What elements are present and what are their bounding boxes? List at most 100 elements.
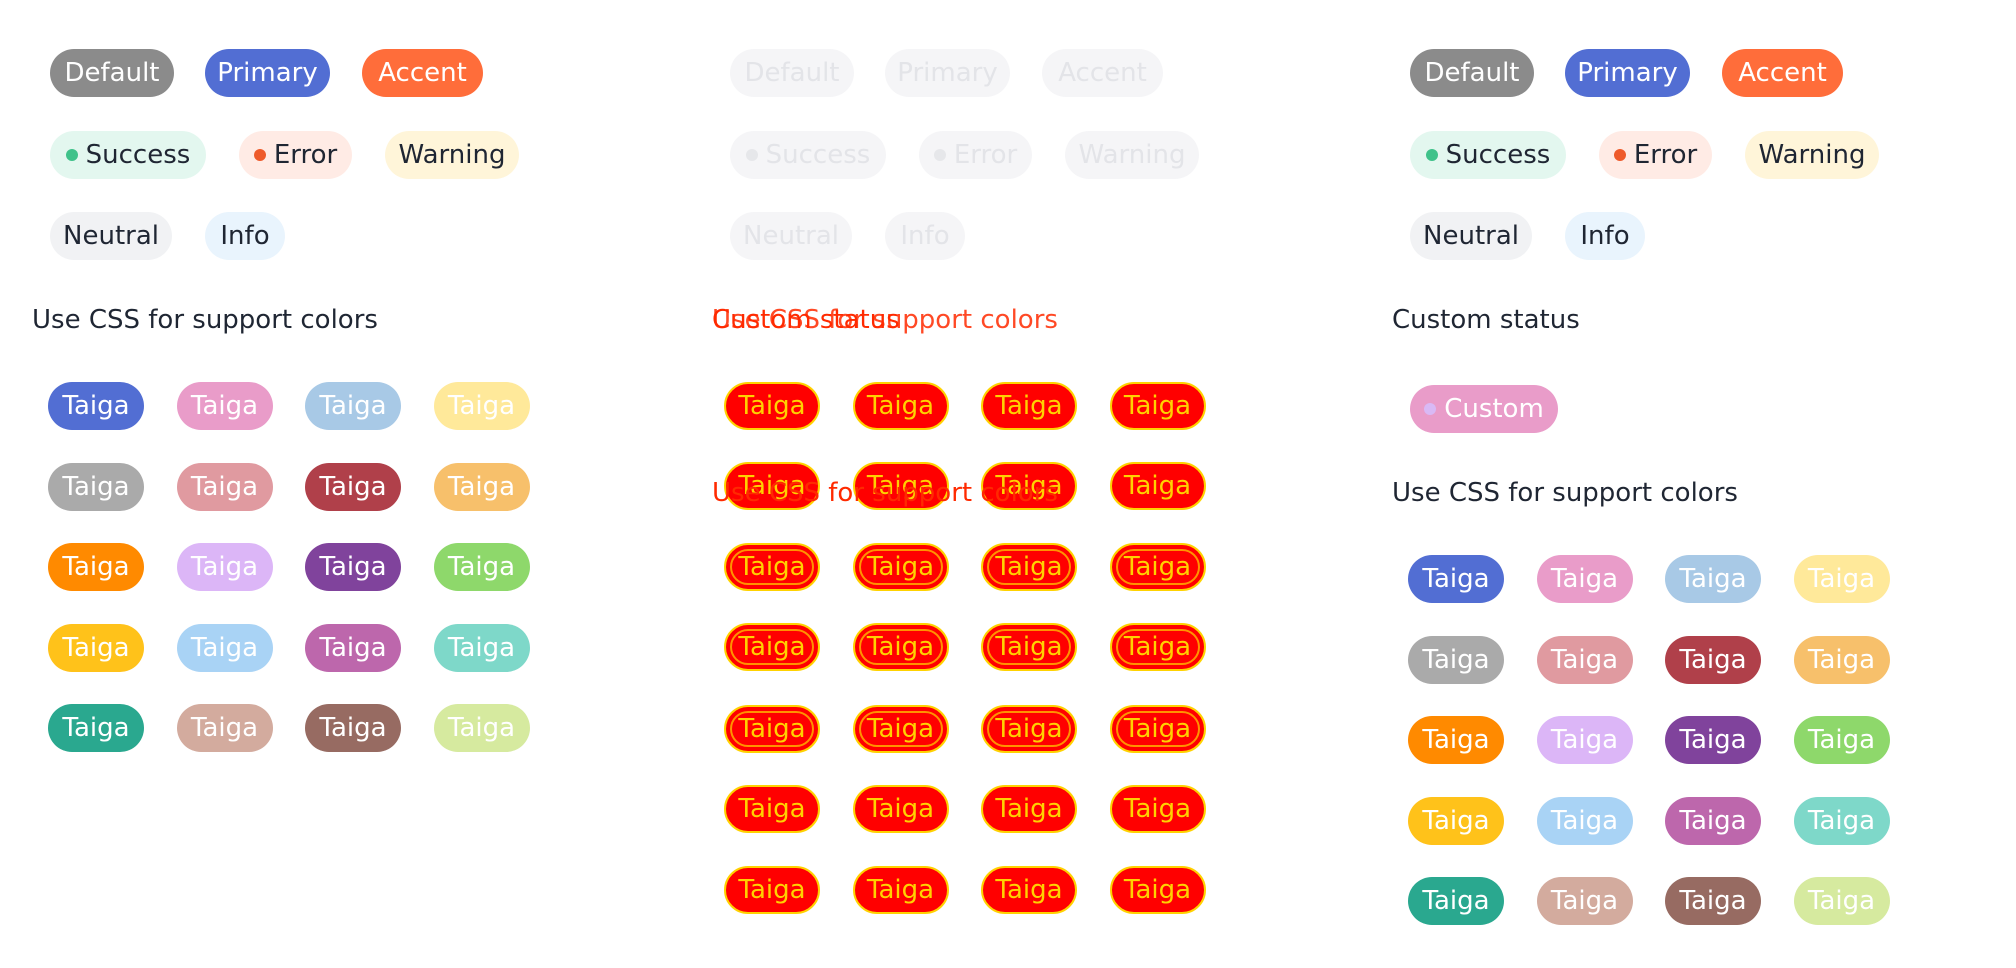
ghost-chip-accent: Accent bbox=[1042, 49, 1163, 97]
support-color-chip-label: Taiga bbox=[62, 713, 130, 743]
status-chip-error-label: Error bbox=[273, 140, 338, 170]
overlay-chip-label: Taiga bbox=[1123, 471, 1192, 501]
panel-custom: Default Primary Accent Success Error War… bbox=[1344, 0, 2016, 968]
support-color-chip-label: Taiga bbox=[190, 713, 259, 743]
support-color-chip: Taiga bbox=[1536, 716, 1633, 764]
status-chip-primary: Primary bbox=[1565, 49, 1690, 97]
support-color-chip-label: Taiga bbox=[1550, 564, 1619, 594]
ghost-chip-warning-label: Warning bbox=[1078, 140, 1186, 170]
support-color-chip: Taiga bbox=[305, 704, 401, 752]
overlay-chip: Taiga bbox=[981, 382, 1077, 430]
overlay-chip: Taiga bbox=[981, 623, 1077, 671]
support-color-chip-label: Taiga bbox=[1422, 644, 1490, 675]
support-color-chip-label: Taiga bbox=[1807, 564, 1876, 594]
status-chip-default-label: Default bbox=[1424, 58, 1520, 88]
support-color-chip-label: Taiga bbox=[1550, 644, 1619, 675]
custom-status-chip: Custom bbox=[1410, 385, 1558, 433]
overlay-chip: Taiga bbox=[1109, 785, 1206, 833]
ghost-chip-success-label: Success bbox=[765, 140, 871, 170]
ghost-chip-neutral: Neutral bbox=[730, 212, 852, 260]
status-chip-neutral: Neutral bbox=[1410, 212, 1532, 260]
support-color-chip-label: Taiga bbox=[1807, 644, 1876, 675]
overlay-chip: Taiga bbox=[852, 785, 949, 833]
status-chip-info: Info bbox=[205, 212, 285, 260]
support-color-chip-label: Taiga bbox=[1422, 725, 1490, 755]
support-color-chip: Taiga bbox=[1793, 716, 1890, 764]
status-chip-primary: Primary bbox=[205, 49, 330, 97]
overlay-chip: Taiga bbox=[981, 543, 1077, 591]
support-color-chip-label: Taiga bbox=[1550, 805, 1619, 836]
panel-ghost: Default Primary Accent Success Error War… bbox=[672, 0, 1344, 968]
support-color-chip-label: Taiga bbox=[190, 471, 259, 502]
support-color-chip-label: Taiga bbox=[1807, 725, 1876, 755]
support-color-chip-label: Taiga bbox=[62, 552, 130, 582]
support-color-chip: Taiga bbox=[1665, 796, 1761, 845]
support-color-chip: Taiga bbox=[305, 623, 401, 672]
overlay-chip-label: Taiga bbox=[995, 794, 1063, 824]
status-chip-default: Default bbox=[50, 49, 174, 97]
support-color-chip: Taiga bbox=[176, 382, 273, 430]
ghost-chip-error-label: Error bbox=[953, 140, 1018, 170]
support-color-chip: Taiga bbox=[433, 462, 530, 511]
status-chip-accent-label: Accent bbox=[1738, 58, 1827, 88]
status-chip-accent: Accent bbox=[1722, 49, 1843, 97]
status-chip-neutral: Neutral bbox=[50, 212, 172, 260]
overlay-chip: Taiga bbox=[852, 543, 949, 591]
overlay-chip: Taiga bbox=[724, 785, 820, 833]
overlay-chip-label: Taiga bbox=[738, 875, 806, 905]
overlay-chip: Taiga bbox=[852, 623, 949, 671]
status-chip-primary-label: Primary bbox=[217, 58, 318, 88]
support-color-chip-label: Taiga bbox=[319, 632, 387, 663]
support-color-chip-label: Taiga bbox=[1807, 805, 1876, 836]
overlay-chip: Taiga bbox=[852, 382, 949, 430]
support-color-chip: Taiga bbox=[433, 543, 530, 591]
support-color-chip-label: Taiga bbox=[1679, 644, 1747, 675]
support-color-chip: Taiga bbox=[433, 704, 530, 752]
overlay-chip: Taiga bbox=[724, 623, 820, 671]
status-chip-warning-label: Warning bbox=[1758, 140, 1866, 170]
support-color-chip: Taiga bbox=[1665, 555, 1761, 603]
support-color-chip-label: Taiga bbox=[1807, 886, 1876, 916]
overlay-chip-label: Taiga bbox=[866, 391, 935, 421]
overlay-chip: Taiga bbox=[981, 866, 1077, 914]
support-color-chip: Taiga bbox=[433, 382, 530, 430]
support-color-chip-label: Taiga bbox=[1550, 886, 1619, 916]
overlay-chip-label: Taiga bbox=[1123, 794, 1192, 824]
support-colors-heading: Use CSS for support colors bbox=[1392, 478, 1738, 508]
support-color-chip: Taiga bbox=[1665, 635, 1761, 684]
ghost-error-dot-icon bbox=[933, 149, 946, 161]
ghost-chip-warning: Warning bbox=[1065, 131, 1199, 179]
ghost-chip-error: Error bbox=[919, 131, 1032, 179]
ghost-success-dot-icon bbox=[745, 149, 758, 161]
status-chip-success: Success bbox=[1410, 131, 1566, 179]
status-chip-success-label: Success bbox=[1445, 140, 1551, 170]
ghost-chip-default: Default bbox=[730, 49, 854, 97]
overlay-chip-label: Taiga bbox=[1123, 391, 1192, 421]
overlay-chip-label: Taiga bbox=[738, 714, 806, 744]
support-color-chip-label: Taiga bbox=[1679, 805, 1747, 836]
status-chip-info-label: Info bbox=[220, 221, 270, 251]
support-color-chip: Taiga bbox=[176, 462, 273, 511]
support-color-chip-label: Taiga bbox=[62, 391, 130, 421]
error-dot-icon bbox=[1613, 149, 1626, 161]
overlay-chip: Taiga bbox=[1109, 462, 1206, 510]
support-color-chip: Taiga bbox=[305, 462, 401, 511]
support-color-chip: Taiga bbox=[433, 623, 530, 672]
support-color-chip-label: Taiga bbox=[319, 713, 387, 743]
overlay-chip-label: Taiga bbox=[866, 714, 935, 744]
support-color-chip-label: Taiga bbox=[1679, 886, 1747, 916]
support-color-chip-label: Taiga bbox=[1679, 564, 1747, 594]
support-color-chip: Taiga bbox=[48, 543, 144, 591]
support-color-chip: Taiga bbox=[1536, 635, 1633, 684]
overlay-chip-label: Taiga bbox=[1123, 714, 1192, 744]
status-chip-error: Error bbox=[239, 131, 352, 179]
ghost-chip-info: Info bbox=[885, 212, 965, 260]
support-color-chip-label: Taiga bbox=[447, 632, 516, 663]
overlay-chip-label: Taiga bbox=[866, 794, 935, 824]
ghost-chip-accent-label: Accent bbox=[1058, 58, 1147, 88]
support-color-chip: Taiga bbox=[305, 382, 401, 430]
support-color-chip: Taiga bbox=[1793, 555, 1890, 603]
status-chip-accent-label: Accent bbox=[378, 58, 467, 88]
overlay-chip-label: Taiga bbox=[866, 875, 935, 905]
support-color-chip: Taiga bbox=[1793, 635, 1890, 684]
